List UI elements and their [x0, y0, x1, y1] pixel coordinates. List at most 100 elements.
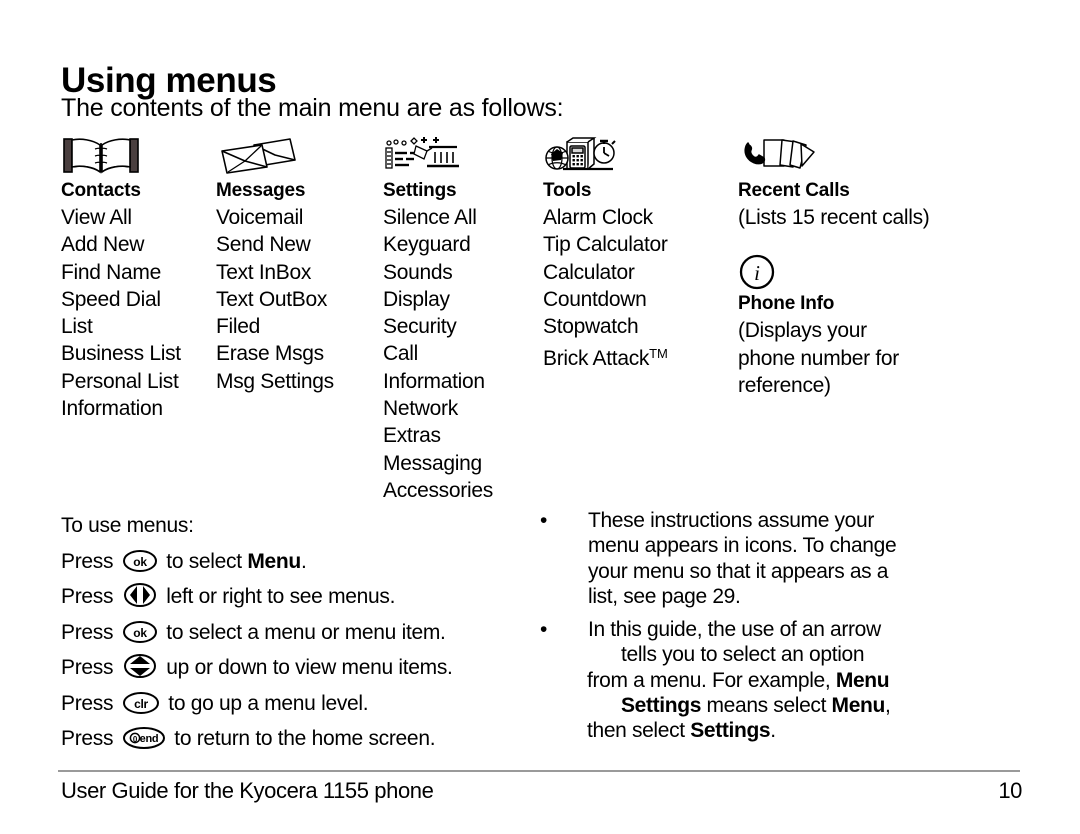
press-label: Press [61, 727, 114, 750]
instruction-row-home-screen: Press 0 end to return to the home screen… [61, 721, 531, 757]
menu-item: Speed Dial [61, 287, 161, 311]
bullet-line: tells you to select an option [621, 643, 865, 667]
menu-item: List [61, 315, 93, 339]
bullet-line-text: from a menu. For example, [587, 668, 836, 692]
menu-item: Voicemail [216, 206, 304, 229]
column-heading-tools: Tools [543, 180, 592, 201]
menu-item: Add New [61, 233, 145, 257]
end-key-icon[interactable]: 0 end [122, 726, 166, 750]
svg-text:end: end [139, 733, 158, 745]
press-label: Press [61, 585, 114, 608]
instruction-text: left or right to see menus. [166, 585, 396, 608]
svg-text:ok: ok [133, 626, 147, 640]
menu-item: Display [383, 287, 450, 311]
ok-key-icon[interactable]: ok [122, 620, 158, 644]
menu-item: Alarm Clock [543, 206, 653, 229]
open-book-icon [61, 136, 216, 176]
menu-item: Information [61, 397, 163, 421]
menu-column-settings: Settings Silence All Keyguard Sounds Dis… [383, 136, 538, 504]
notes-bullet-list: • These instructions assume your menu ap… [537, 508, 1007, 752]
bullet-bold-settings: Settings [690, 719, 771, 743]
bullet-line-text: then select [587, 719, 691, 743]
menu-item: Text InBox [216, 260, 312, 284]
instruction-row-see-menus: Press left or right to see menus. [61, 579, 531, 615]
instruction-text-after: . [300, 549, 307, 573]
menu-item: Tip Calculator [543, 233, 668, 257]
bullet-text: In this guide, the use of an arrow tells… [587, 617, 1007, 743]
phone-info-note: reference) [738, 373, 831, 397]
press-label: Press [61, 691, 114, 715]
instruction-row-select-menu: Press ok to select Menu. [61, 544, 531, 580]
instructions-block: To use menus: Press ok to select Menu. P… [61, 508, 531, 757]
bullet-line: then select Settings. [587, 718, 1007, 743]
menu-item: Stopwatch [543, 315, 639, 339]
trademark-mark: TM [649, 346, 668, 362]
ok-key-icon[interactable]: ok [122, 549, 158, 573]
press-label: Press [61, 549, 114, 573]
bullet-marker: • [540, 509, 548, 532]
menu-column-tools: Tools Alarm Clock Tip Calculator Calcula… [543, 136, 728, 373]
bullet-line: These instructions assume your [588, 509, 874, 532]
menu-column-contacts: Contacts View All Add New Find Name Spee… [61, 136, 216, 422]
instruction-text: up or down to view menu items. [166, 656, 453, 679]
document-page: Using menus The contents of the main men… [0, 0, 1080, 834]
page-subtitle: The contents of the main menu are as fol… [61, 94, 564, 122]
clr-key-icon[interactable]: clr [122, 691, 160, 715]
instruction-row-select-item: Press ok to select a menu or menu item. [61, 615, 531, 651]
up-down-key-icon[interactable] [122, 653, 158, 679]
column-heading-recent-calls: Recent Calls [738, 180, 850, 201]
bullet-line: list, see page 29. [588, 584, 741, 608]
instruction-text: to select [166, 549, 248, 573]
menu-item: Accessories [383, 478, 493, 502]
phone-info-block: i Phone Info (Displays your phone number… [738, 253, 1018, 399]
column-heading-phone-info: Phone Info [738, 293, 835, 315]
tools-calculator-globe-icon [543, 136, 728, 176]
menu-item: Calculator [543, 260, 635, 284]
bullet-line: your menu so that it appears as a [588, 559, 889, 583]
instruction-bold-menu: Menu [247, 549, 301, 573]
bullet-line: Settings means select Menu, [621, 693, 1007, 718]
svg-text:i: i [754, 261, 760, 285]
footer-divider [58, 770, 1020, 772]
instruction-text: to select a menu or menu item. [166, 620, 446, 644]
menu-item: Information [383, 369, 485, 393]
column-heading-messages: Messages [216, 180, 306, 201]
menu-item: Text OutBox [216, 287, 328, 311]
column-heading-settings: Settings [383, 180, 457, 201]
instruction-row-menu-level: Press clr to go up a menu level. [61, 686, 531, 722]
press-label: Press [61, 656, 114, 679]
press-label: Press [61, 620, 114, 644]
bullet-marker: • [540, 618, 548, 642]
menu-item: Silence All [383, 206, 477, 229]
menu-item: View All [61, 206, 132, 229]
menu-item-label: Brick Attack [543, 347, 650, 371]
menu-item: Call [383, 342, 418, 366]
menu-column-messages: Messages Voicemail Send New Text InBox T… [216, 136, 376, 395]
phone-cards-icon [738, 136, 1018, 176]
left-right-key-icon[interactable] [122, 582, 158, 608]
bullet-line-text: . [770, 719, 776, 743]
bullet-line-text: means select [701, 694, 832, 718]
menu-column-recent-calls: Recent Calls (Lists 15 recent calls) i P… [738, 136, 1018, 399]
bullet-bold-menu: Menu [831, 694, 886, 718]
menu-item: Sounds [383, 260, 453, 284]
menu-item: Find Name [61, 260, 162, 284]
recent-calls-note: (Lists 15 recent calls) [738, 206, 930, 229]
instruction-text: to return to the home screen. [174, 727, 436, 750]
bullet-bold-menu: Menu [835, 668, 890, 692]
settings-sliders-icon [383, 136, 538, 176]
instruction-text: to go up a menu level. [168, 691, 369, 715]
bullet-line-text: , [884, 694, 891, 718]
menu-item: Erase Msgs [216, 342, 324, 366]
menu-item: Network [383, 397, 458, 421]
bullet-line: In this guide, the use of an arrow [588, 618, 881, 642]
bullet-bold-settings: Settings [621, 694, 702, 718]
svg-text:clr: clr [134, 697, 148, 711]
menu-item: Personal List [61, 369, 179, 393]
menu-item-trademark: Brick AttackTM [543, 340, 728, 372]
bullet-item-icons-menu: • These instructions assume your menu ap… [537, 508, 1007, 609]
footer-guide-label: User Guide for the Kyocera 1155 phone [61, 778, 434, 803]
menu-item: Extras [383, 424, 441, 448]
footer-page-number: 10 [998, 778, 1022, 803]
column-heading-contacts: Contacts [61, 180, 141, 201]
